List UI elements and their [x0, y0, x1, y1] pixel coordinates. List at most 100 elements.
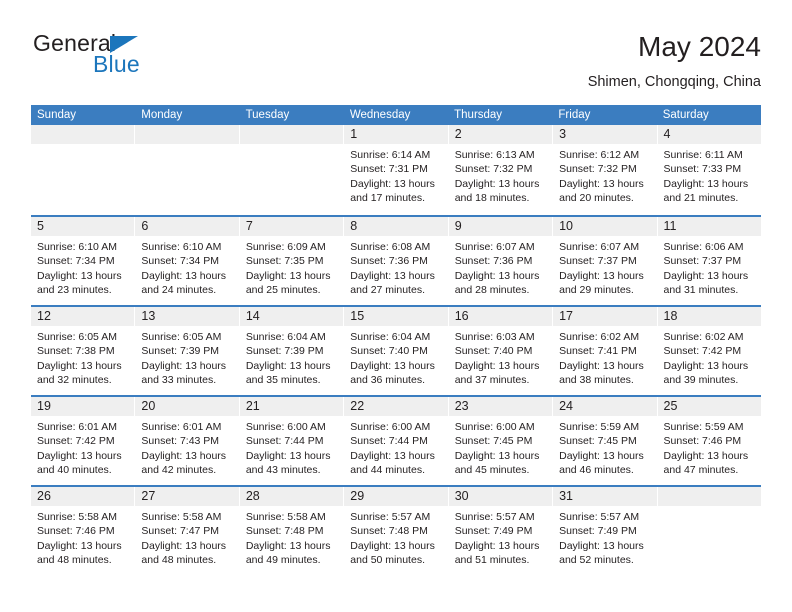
day-details: Sunrise: 6:00 AM Sunset: 7:44 PM Daylight:…	[240, 416, 343, 478]
daylight-text-line2: and 40 minutes.	[37, 464, 112, 477]
brand-name-blue: Blue	[93, 51, 140, 77]
calendar-day-cell-empty	[657, 487, 761, 575]
day-details: Sunrise: 6:07 AM Sunset: 7:36 PM Daylight:…	[449, 236, 552, 298]
day-details: Sunrise: 6:02 AM Sunset: 7:42 PM Daylight:…	[658, 326, 761, 388]
day-details: Sunrise: 5:57 AM Sunset: 7:49 PM Daylight:…	[553, 506, 656, 568]
day-number-band	[657, 487, 761, 506]
calendar-day-cell[interactable]: 16 Sunrise: 6:03 AM Sunset: 7:40 PM Dayligh…	[448, 307, 554, 395]
calendar-day-cell[interactable]: 31 Sunrise: 5:57 AM Sunset: 7:49 PM Dayligh…	[553, 487, 658, 575]
calendar-day-cell[interactable]: 9 Sunrise: 6:07 AM Sunset: 7:36 PM Daylight…	[448, 217, 554, 305]
day-number-band: 20	[135, 397, 239, 416]
calendar-day-cell[interactable]: 14 Sunrise: 6:04 AM Sunset: 7:39 PM Dayligh…	[239, 307, 345, 395]
day-number-band: 17	[553, 307, 657, 326]
sunrise-text: Sunrise: 5:57 AM	[454, 511, 535, 523]
sunrise-text: Sunrise: 6:12 AM	[559, 149, 640, 161]
calendar-week-row: 19 Sunrise: 6:01 AM Sunset: 7:42 PM Dayligh…	[31, 395, 761, 485]
sunrise-text: Sunrise: 6:14 AM	[350, 149, 431, 161]
day-details: Sunrise: 6:13 AM Sunset: 7:32 PM Daylight:…	[449, 144, 552, 206]
day-number-band: 22	[344, 397, 448, 416]
calendar-day-cell[interactable]: 13 Sunrise: 6:05 AM Sunset: 7:39 PM Dayligh…	[135, 307, 240, 395]
daylight-text-line1: Daylight: 13 hours	[559, 269, 644, 282]
sunrise-text: Sunrise: 5:59 AM	[663, 421, 744, 433]
calendar-day-cell[interactable]: 27 Sunrise: 5:58 AM Sunset: 7:47 PM Dayligh…	[135, 487, 240, 575]
calendar-day-cell[interactable]: 15 Sunrise: 6:04 AM Sunset: 7:40 PM Dayligh…	[344, 307, 449, 395]
day-number-band: 18	[657, 307, 761, 326]
sunrise-text: Sunrise: 6:07 AM	[559, 241, 640, 253]
day-number-band: 24	[553, 397, 657, 416]
page-subtitle: Shimen, Chongqing, China	[587, 74, 761, 90]
sunrise-text: Sunrise: 5:58 AM	[37, 511, 117, 523]
calendar-day-cell[interactable]: 30 Sunrise: 5:57 AM Sunset: 7:49 PM Dayligh…	[448, 487, 554, 575]
calendar-day-cell[interactable]: 7 Sunrise: 6:09 AM Sunset: 7:35 PM Daylight…	[239, 217, 345, 305]
day-number: 17	[559, 309, 574, 323]
sunset-text: Sunset: 7:32 PM	[454, 163, 533, 176]
sunset-text: Sunset: 7:46 PM	[663, 435, 742, 448]
brand-logo[interactable]: General Blue	[31, 30, 251, 90]
daylight-text-line1: Daylight: 13 hours	[350, 359, 435, 372]
calendar-day-cell[interactable]: 1 Sunrise: 6:14 AM Sunset: 7:31 PM Daylight…	[344, 125, 449, 215]
day-details	[658, 506, 761, 510]
calendar-day-cell[interactable]: 28 Sunrise: 5:58 AM Sunset: 7:48 PM Dayligh…	[239, 487, 345, 575]
calendar-day-cell[interactable]: 6 Sunrise: 6:10 AM Sunset: 7:34 PM Daylight…	[135, 217, 240, 305]
calendar-week-row: 12 Sunrise: 6:05 AM Sunset: 7:38 PM Dayligh…	[31, 305, 761, 395]
daylight-text-line2: and 44 minutes.	[350, 464, 425, 477]
day-number: 3	[559, 127, 567, 141]
day-details: Sunrise: 6:00 AM Sunset: 7:45 PM Daylight:…	[449, 416, 552, 478]
sunset-text: Sunset: 7:40 PM	[350, 345, 428, 358]
daylight-text-line1: Daylight: 13 hours	[350, 539, 435, 552]
daylight-text-line1: Daylight: 13 hours	[37, 449, 122, 462]
sunrise-text: Sunrise: 6:03 AM	[454, 331, 535, 343]
sunset-text: Sunset: 7:40 PM	[454, 345, 533, 358]
daylight-text-line2: and 51 minutes.	[454, 554, 530, 567]
day-number: 13	[141, 309, 156, 323]
calendar-day-cell[interactable]: 18 Sunrise: 6:02 AM Sunset: 7:42 PM Dayligh…	[657, 307, 761, 395]
day-details: Sunrise: 5:59 AM Sunset: 7:45 PM Daylight:…	[553, 416, 656, 478]
day-details: Sunrise: 6:11 AM Sunset: 7:33 PM Daylight:…	[658, 144, 761, 206]
calendar-day-cell[interactable]: 20 Sunrise: 6:01 AM Sunset: 7:43 PM Dayligh…	[135, 397, 240, 485]
calendar-day-cell[interactable]: 10 Sunrise: 6:07 AM Sunset: 7:37 PM Dayligh…	[553, 217, 658, 305]
sunrise-text: Sunrise: 5:59 AM	[559, 421, 640, 433]
calendar-day-cell[interactable]: 11 Sunrise: 6:06 AM Sunset: 7:37 PM Dayligh…	[657, 217, 761, 305]
day-number-band: 14	[239, 307, 344, 326]
calendar-day-cell[interactable]: 29 Sunrise: 5:57 AM Sunset: 7:48 PM Dayligh…	[344, 487, 449, 575]
sunset-text: Sunset: 7:43 PM	[141, 435, 220, 448]
calendar-day-cell[interactable]: 26 Sunrise: 5:58 AM Sunset: 7:46 PM Dayligh…	[31, 487, 136, 575]
sunrise-text: Sunrise: 6:08 AM	[350, 241, 431, 253]
calendar-day-cell[interactable]: 12 Sunrise: 6:05 AM Sunset: 7:38 PM Dayligh…	[31, 307, 136, 395]
day-number-band: 31	[553, 487, 657, 506]
daylight-text-line2: and 33 minutes.	[141, 374, 217, 387]
daylight-text-line2: and 21 minutes.	[663, 192, 739, 205]
calendar-day-cell[interactable]: 2 Sunrise: 6:13 AM Sunset: 7:32 PM Daylight…	[448, 125, 554, 215]
calendar-day-cell[interactable]: 23 Sunrise: 6:00 AM Sunset: 7:45 PM Dayligh…	[448, 397, 554, 485]
calendar-day-cell[interactable]: 22 Sunrise: 6:00 AM Sunset: 7:44 PM Dayligh…	[344, 397, 449, 485]
sunrise-text: Sunrise: 6:06 AM	[663, 241, 744, 253]
day-number: 25	[663, 399, 678, 413]
sunrise-text: Sunrise: 6:02 AM	[559, 331, 640, 343]
day-number: 12	[37, 309, 51, 323]
daylight-text-line2: and 48 minutes.	[141, 554, 217, 567]
day-number: 18	[663, 309, 678, 323]
daylight-text-line1: Daylight: 13 hours	[663, 177, 749, 190]
day-number-band: 28	[239, 487, 344, 506]
calendar-day-cell[interactable]: 5 Sunrise: 6:10 AM Sunset: 7:34 PM Daylight…	[31, 217, 136, 305]
calendar-grid: Sunday Monday Tuesday Wednesday Thursday Frid…	[31, 105, 761, 575]
day-details: Sunrise: 5:58 AM Sunset: 7:46 PM Daylight:…	[31, 506, 134, 568]
calendar-day-cell[interactable]: 4 Sunrise: 6:11 AM Sunset: 7:33 PM Daylight…	[657, 125, 761, 215]
daylight-text-line1: Daylight: 13 hours	[141, 539, 227, 552]
day-details: Sunrise: 6:05 AM Sunset: 7:38 PM Daylight:…	[31, 326, 134, 388]
day-details: Sunrise: 6:14 AM Sunset: 7:31 PM Daylight:…	[344, 144, 447, 206]
day-details	[135, 144, 238, 148]
daylight-text-line2: and 38 minutes.	[559, 374, 634, 387]
calendar-day-cell[interactable]: 17 Sunrise: 6:02 AM Sunset: 7:41 PM Dayligh…	[553, 307, 658, 395]
calendar-day-cell[interactable]: 3 Sunrise: 6:12 AM Sunset: 7:32 PM Daylight…	[553, 125, 658, 215]
calendar-day-cell[interactable]: 8 Sunrise: 6:08 AM Sunset: 7:36 PM Daylight…	[344, 217, 449, 305]
day-number: 27	[141, 489, 156, 503]
day-number-band: 12	[31, 307, 135, 326]
daylight-text-line2: and 20 minutes.	[559, 192, 634, 205]
day-details: Sunrise: 6:04 AM Sunset: 7:39 PM Daylight:…	[240, 326, 343, 388]
calendar-day-cell[interactable]: 21 Sunrise: 6:00 AM Sunset: 7:44 PM Dayligh…	[239, 397, 345, 485]
calendar-day-cell[interactable]: 24 Sunrise: 5:59 AM Sunset: 7:45 PM Dayligh…	[553, 397, 658, 485]
day-number: 9	[454, 219, 462, 233]
calendar-day-cell[interactable]: 25 Sunrise: 5:59 AM Sunset: 7:46 PM Dayligh…	[657, 397, 761, 485]
calendar-day-cell[interactable]: 19 Sunrise: 6:01 AM Sunset: 7:42 PM Dayligh…	[31, 397, 136, 485]
